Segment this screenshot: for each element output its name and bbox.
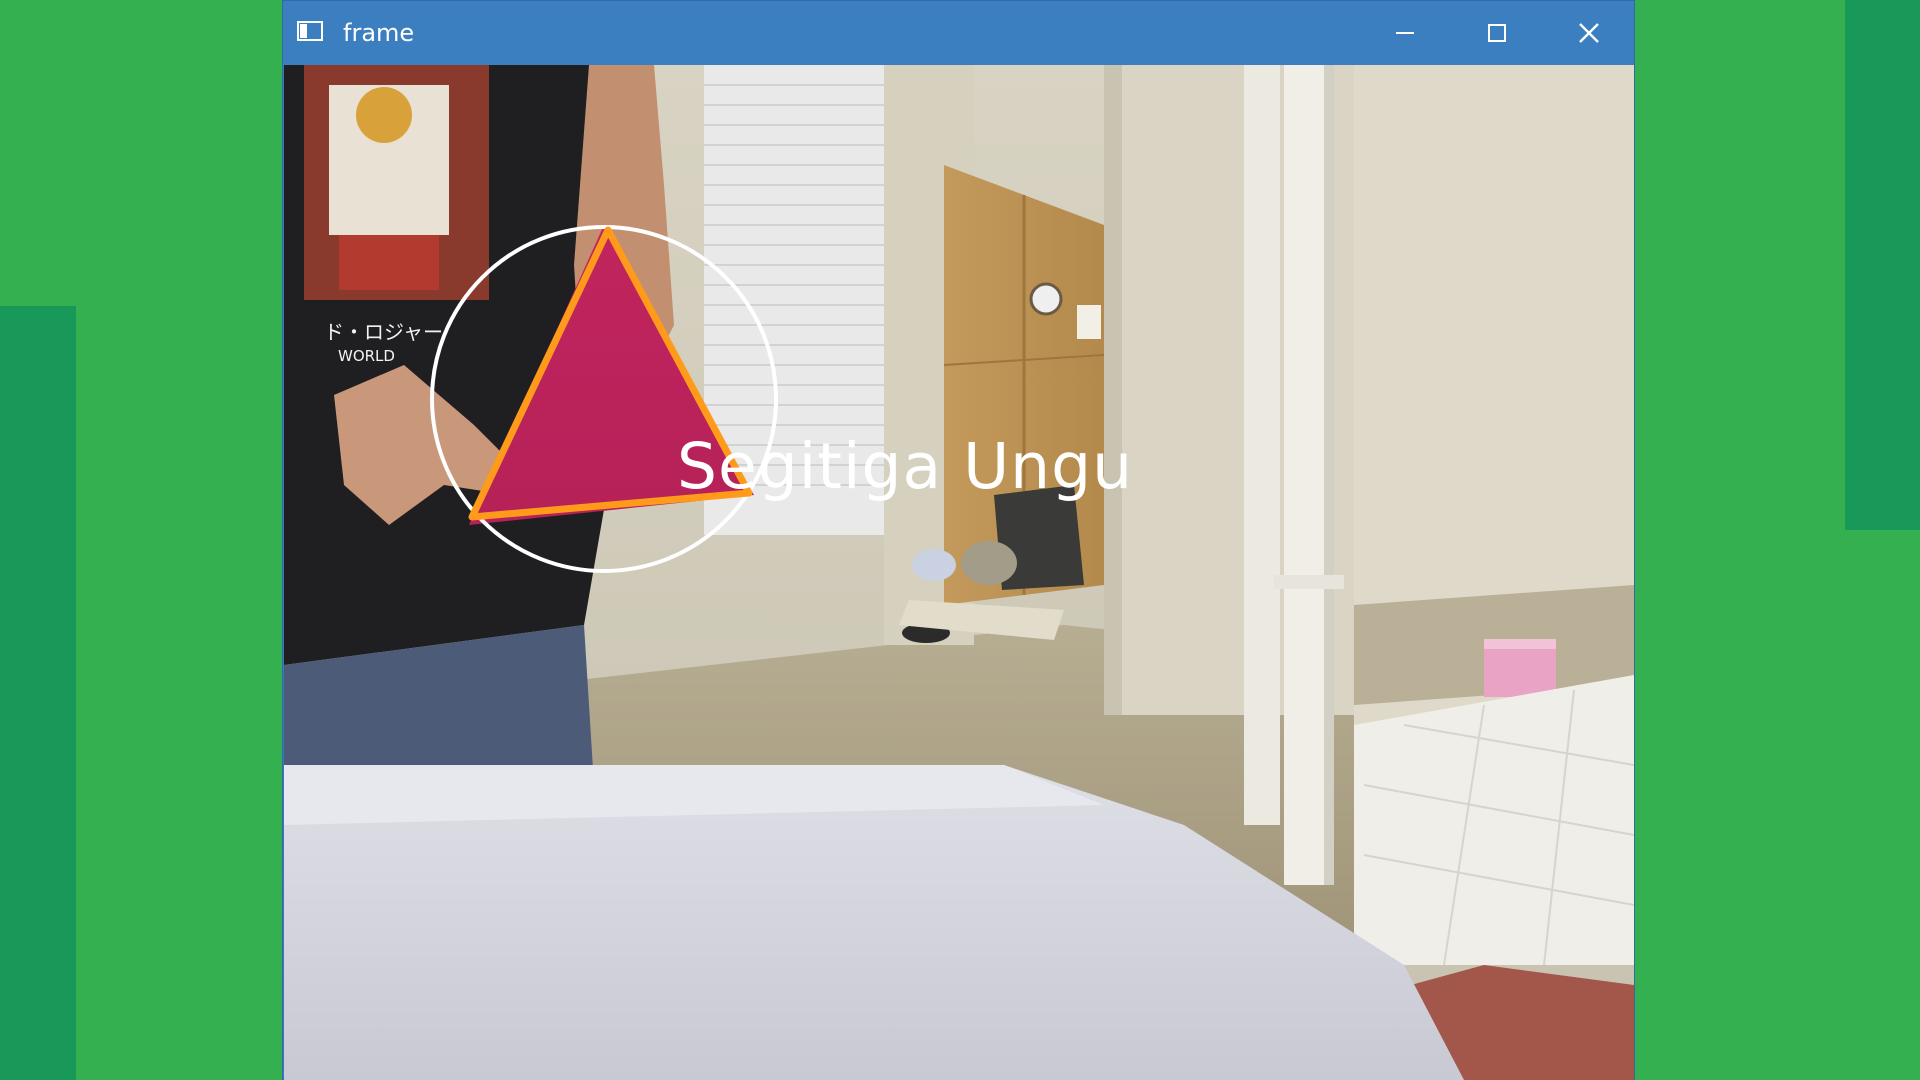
window-title: frame [343, 19, 415, 47]
desktop-background-block-right [1845, 0, 1920, 530]
window-app-icon [297, 21, 323, 41]
camera-feed-viewport: ド・ロジャー WORLD Segitiga Ungu [284, 65, 1634, 1080]
desktop-background-block-left [0, 306, 76, 1080]
minimize-icon [1396, 32, 1414, 34]
close-button[interactable] [1543, 1, 1635, 65]
maximize-button[interactable] [1451, 1, 1543, 65]
close-icon [1579, 23, 1599, 43]
frame-window[interactable]: frame ド・ロジャー WORLD Segitiga Ungu [282, 0, 1635, 1080]
title-bar[interactable]: frame [283, 1, 1634, 65]
maximize-icon [1488, 24, 1506, 42]
shirt-print-line1: ド・ロジャー [324, 320, 443, 344]
shirt-print-text: ド・ロジャー WORLD [324, 320, 443, 368]
camera-scene [284, 65, 1634, 1080]
shirt-print-line2: WORLD [338, 347, 395, 365]
minimize-button[interactable] [1359, 1, 1451, 65]
detection-label: Segitiga Ungu [677, 430, 1134, 503]
